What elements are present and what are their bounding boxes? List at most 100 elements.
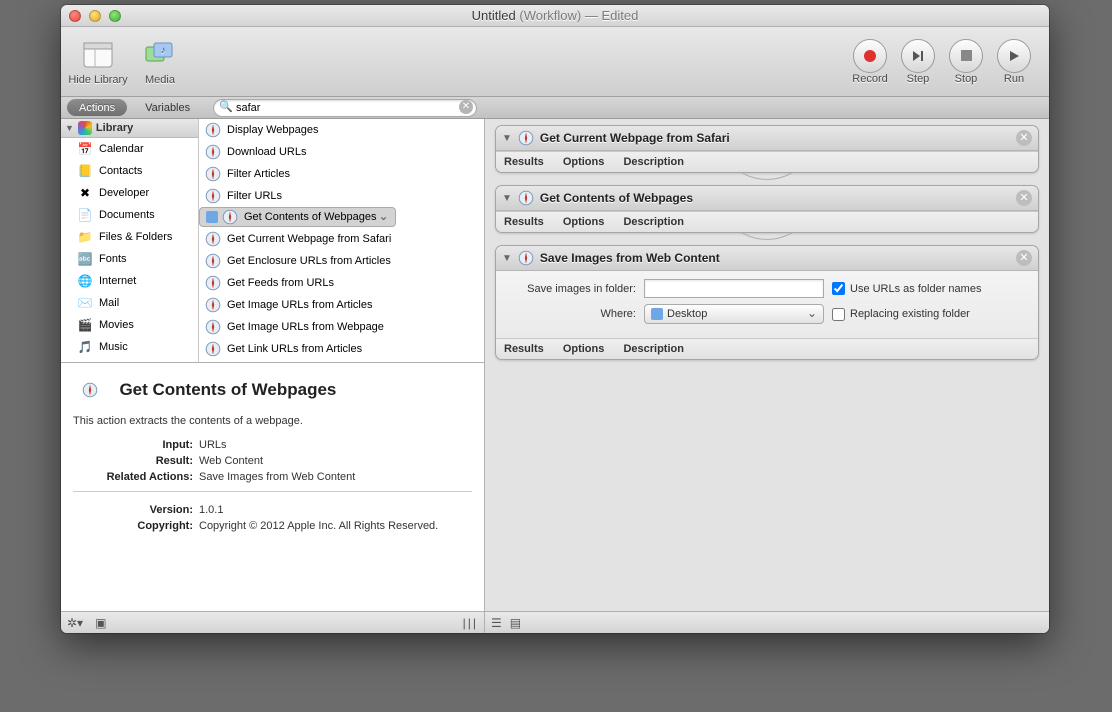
step-button[interactable]: Step bbox=[895, 39, 941, 85]
disclosure-triangle-icon[interactable]: ▼ bbox=[502, 193, 512, 204]
copyright-label: Copyright: bbox=[73, 520, 199, 532]
column-resize-handle[interactable]: ||| bbox=[463, 616, 478, 630]
category-item[interactable]: 🌐Internet bbox=[61, 270, 198, 292]
category-item[interactable]: 📒Contacts bbox=[61, 160, 198, 182]
category-list[interactable]: ▼ Library 📅Calendar📒Contacts✖Developer📄D… bbox=[61, 119, 199, 362]
window-subtitle-text: (Workflow) — Edited bbox=[519, 8, 638, 23]
category-item[interactable]: 🔤Fonts bbox=[61, 248, 198, 270]
log-view-button[interactable]: ☰ bbox=[491, 616, 502, 630]
category-item[interactable]: 📄Documents bbox=[61, 204, 198, 226]
action-item[interactable]: Get Link URLs from Articles bbox=[199, 338, 484, 360]
toggle-description-button[interactable]: ▣ bbox=[95, 616, 106, 630]
pdfs-icon: 📄 bbox=[77, 361, 93, 362]
minimize-window-button[interactable] bbox=[89, 10, 101, 22]
tab-actions[interactable]: Actions bbox=[67, 99, 127, 116]
titlebar: Untitled (Workflow) — Edited bbox=[61, 5, 1049, 27]
description-tab[interactable]: Description bbox=[623, 156, 684, 168]
action-item[interactable]: Filter Articles bbox=[199, 163, 484, 185]
description-tab[interactable]: Description bbox=[623, 216, 684, 228]
input-label: Input: bbox=[73, 439, 199, 451]
record-button[interactable]: Record bbox=[847, 39, 893, 85]
action-item[interactable]: Display Webpages bbox=[199, 119, 484, 141]
action-item[interactable]: Get Feeds from URLs bbox=[199, 272, 484, 294]
media-label: Media bbox=[145, 74, 175, 86]
remove-step-button[interactable]: ✕ bbox=[1016, 190, 1032, 206]
workflow-step-1[interactable]: ▼ Get Current Webpage from Safari ✕ Resu… bbox=[495, 125, 1039, 173]
library-header[interactable]: ▼ Library bbox=[61, 119, 198, 138]
search-icon: 🔍 bbox=[219, 100, 233, 113]
internet-icon: 🌐 bbox=[77, 273, 93, 289]
action-item[interactable]: Get Link URLs from Webpages bbox=[199, 360, 484, 362]
contacts-icon: 📒 bbox=[77, 163, 93, 179]
replace-checkbox-input[interactable] bbox=[832, 308, 845, 321]
remove-step-button[interactable]: ✕ bbox=[1016, 130, 1032, 146]
step-connector bbox=[495, 173, 1039, 185]
action-label: Get Contents of Webpages bbox=[244, 211, 377, 223]
results-tab[interactable]: Results bbox=[504, 216, 544, 228]
tab-variables[interactable]: Variables bbox=[133, 99, 202, 116]
gear-menu-button[interactable]: ✲▾ bbox=[67, 616, 83, 630]
results-tab[interactable]: Results bbox=[504, 156, 544, 168]
results-tab[interactable]: Results bbox=[504, 343, 544, 355]
hide-library-button[interactable]: Hide Library bbox=[67, 31, 129, 93]
category-item[interactable]: 📄PDFs bbox=[61, 358, 198, 362]
description-title: Get Contents of Webpages bbox=[119, 380, 336, 399]
where-select[interactable]: Desktop bbox=[644, 304, 824, 324]
safari-icon bbox=[205, 319, 221, 335]
run-icon bbox=[1007, 49, 1021, 63]
run-button[interactable]: Run bbox=[991, 39, 1037, 85]
safari-icon bbox=[205, 253, 221, 269]
options-tab[interactable]: Options bbox=[563, 216, 605, 228]
clear-search-button[interactable]: ✕ bbox=[459, 100, 473, 114]
category-item[interactable]: 📁Files & Folders bbox=[61, 226, 198, 248]
use-urls-checkbox-input[interactable] bbox=[832, 282, 845, 295]
action-list[interactable]: Display WebpagesDownload URLs Filter Arti… bbox=[199, 119, 484, 362]
workflow-step-2[interactable]: ▼ Get Contents of Webpages ✕ Results Opt… bbox=[495, 185, 1039, 233]
options-tab[interactable]: Options bbox=[563, 343, 605, 355]
close-window-button[interactable] bbox=[69, 10, 81, 22]
disclosure-triangle-icon[interactable]: ▼ bbox=[502, 133, 512, 144]
category-item[interactable]: ✉️Mail bbox=[61, 292, 198, 314]
zoom-window-button[interactable] bbox=[109, 10, 121, 22]
action-item[interactable]: Filter URLs bbox=[199, 185, 484, 207]
remove-step-button[interactable]: ✕ bbox=[1016, 250, 1032, 266]
disclosure-triangle-icon: ▼ bbox=[65, 123, 74, 133]
step-label: Step bbox=[907, 73, 930, 85]
version-value: 1.0.1 bbox=[199, 504, 223, 516]
action-item[interactable]: Get Image URLs from Webpage bbox=[199, 316, 484, 338]
category-item[interactable]: 🎬Movies bbox=[61, 314, 198, 336]
library-footer: ✲▾ ▣ ||| bbox=[61, 611, 484, 633]
media-icon: ♪ bbox=[143, 38, 177, 72]
use-urls-checkbox[interactable]: Use URLs as folder names bbox=[832, 282, 981, 295]
search-input[interactable] bbox=[213, 99, 477, 117]
category-item[interactable]: 🎵Music bbox=[61, 336, 198, 358]
step-footer: Results Options Description bbox=[496, 211, 1038, 232]
workflow-step-3[interactable]: ▼ Save Images from Web Content ✕ Save im… bbox=[495, 245, 1039, 360]
toolbar: Hide Library ♪ Media Record Step Stop bbox=[61, 27, 1049, 97]
disclosure-triangle-icon[interactable]: ▼ bbox=[502, 253, 512, 264]
action-item[interactable]: Download URLs bbox=[199, 141, 484, 163]
category-label: Calendar bbox=[99, 143, 144, 155]
where-value: Desktop bbox=[667, 308, 707, 320]
description-summary: This action extracts the contents of a w… bbox=[73, 415, 472, 427]
stop-button[interactable]: Stop bbox=[943, 39, 989, 85]
step-title: Get Current Webpage from Safari bbox=[540, 131, 1010, 145]
save-folder-input[interactable] bbox=[644, 279, 824, 298]
options-tab[interactable]: Options bbox=[563, 156, 605, 168]
action-label: Filter Articles bbox=[227, 168, 290, 180]
action-item[interactable]: Get Enclosure URLs from Articles bbox=[199, 250, 484, 272]
category-item[interactable]: ✖Developer bbox=[61, 182, 198, 204]
action-item[interactable]: Get Contents of Webpages bbox=[199, 207, 396, 227]
safari-icon bbox=[205, 166, 221, 182]
variables-view-button[interactable]: ▤ bbox=[510, 616, 521, 630]
action-item[interactable]: Get Image URLs from Articles bbox=[199, 294, 484, 316]
action-item[interactable]: Get Current Webpage from Safari bbox=[199, 228, 484, 250]
category-item[interactable]: 📅Calendar bbox=[61, 138, 198, 160]
safari-icon bbox=[222, 209, 238, 225]
input-value: URLs bbox=[199, 439, 227, 451]
replace-checkbox[interactable]: Replacing existing folder bbox=[832, 308, 970, 321]
media-button[interactable]: ♪ Media bbox=[129, 31, 191, 93]
description-tab[interactable]: Description bbox=[623, 343, 684, 355]
workflow-pane: ▼ Get Current Webpage from Safari ✕ Resu… bbox=[485, 119, 1049, 633]
workflow-canvas[interactable]: ▼ Get Current Webpage from Safari ✕ Resu… bbox=[485, 119, 1049, 611]
